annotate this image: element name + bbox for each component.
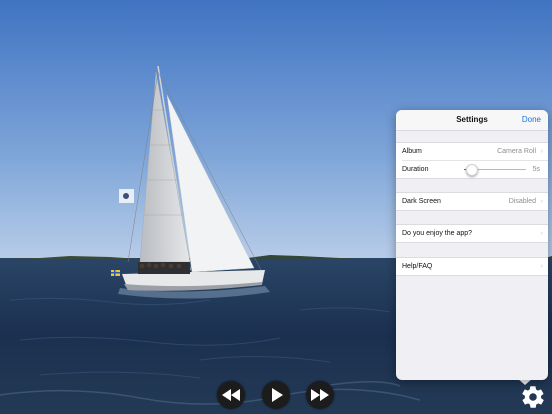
dark-screen-row[interactable]: Dark Screen Disabled ›	[396, 193, 548, 210]
album-label: Album	[402, 148, 422, 155]
settings-group-album: Album Camera Roll › Duration 5s	[396, 142, 548, 179]
enjoy-row[interactable]: Do you enjoy the app? ›	[396, 225, 548, 242]
album-value: Camera Roll	[497, 148, 536, 155]
dark-screen-label: Dark Screen	[402, 198, 441, 205]
duration-value: 5s	[532, 166, 540, 173]
settings-navbar: Settings Done	[396, 110, 548, 131]
duration-label: Duration	[402, 166, 429, 173]
dark-screen-value: Disabled	[508, 198, 536, 205]
settings-group-enjoy: Do you enjoy the app? ›	[396, 224, 548, 243]
help-label: Help/FAQ	[402, 263, 433, 270]
rewind-button[interactable]	[217, 381, 245, 409]
done-button[interactable]: Done	[522, 115, 541, 124]
chevron-right-icon: ›	[540, 198, 543, 205]
settings-popover: Settings Done Album Camera Roll › Durati…	[396, 110, 548, 380]
duration-slider-thumb[interactable]	[465, 164, 478, 176]
album-row[interactable]: Album Camera Roll ›	[396, 143, 548, 160]
chevron-right-icon: ›	[540, 263, 543, 270]
chevron-right-icon: ›	[540, 230, 543, 237]
rewind-icon	[222, 389, 240, 401]
play-button[interactable]	[262, 381, 290, 409]
duration-row: Duration 5s	[402, 160, 548, 178]
fast-forward-button[interactable]	[306, 381, 334, 409]
chevron-right-icon: ›	[540, 148, 543, 155]
settings-group-help: Help/FAQ ›	[396, 257, 548, 276]
help-row[interactable]: Help/FAQ ›	[396, 258, 548, 275]
play-icon	[272, 388, 283, 402]
enjoy-label: Do you enjoy the app?	[402, 230, 473, 237]
settings-group-dark: Dark Screen Disabled ›	[396, 192, 548, 211]
fast-forward-icon	[311, 389, 329, 401]
gear-icon[interactable]	[520, 384, 546, 410]
slideshow-screen: Settings Done Album Camera Roll › Durati…	[0, 0, 552, 414]
